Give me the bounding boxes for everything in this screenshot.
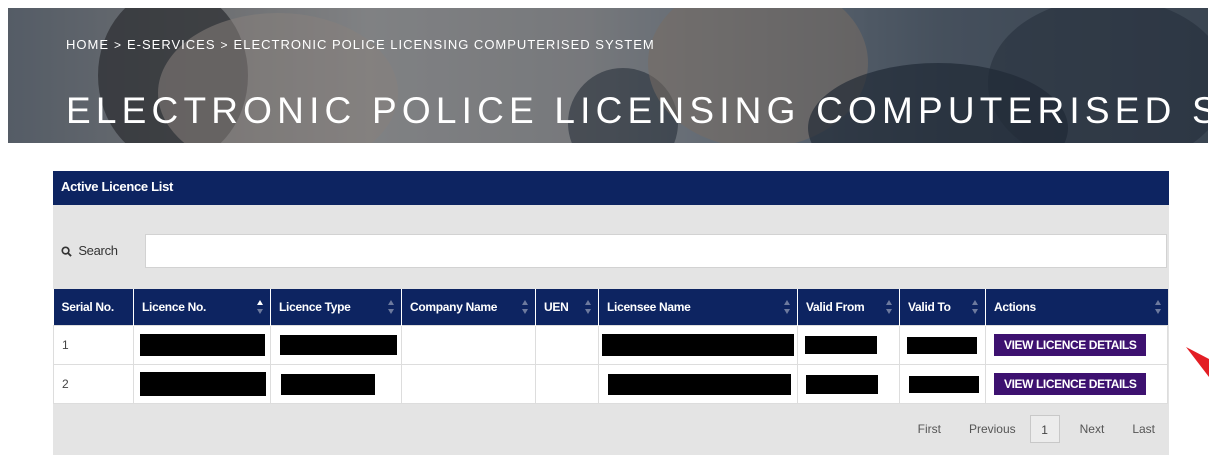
cell-licensee-name <box>598 364 798 404</box>
column-header-company-name[interactable]: Company Name <box>401 289 536 326</box>
column-header-label: Licence Type <box>279 300 351 314</box>
cell-serial-no: 2 <box>53 364 134 404</box>
view-licence-details-button[interactable]: VIEW LICENCE DETAILS <box>994 334 1147 356</box>
column-header-valid-from[interactable]: Valid From <box>797 289 900 326</box>
licence-table: Serial No. Licence No. Licence Type Comp… <box>53 289 1168 404</box>
search-input[interactable] <box>145 234 1167 268</box>
column-header-serial-no[interactable]: Serial No. <box>53 289 134 326</box>
cell-company-name <box>401 364 536 404</box>
breadcrumb-separator: > <box>220 38 229 52</box>
redaction-block <box>602 334 794 356</box>
redaction-block <box>140 372 266 396</box>
redaction-block <box>907 336 977 354</box>
column-header-label: Serial No. <box>61 300 115 314</box>
panel-title: Active Licence List <box>53 171 1169 205</box>
licence-list-panel: Search Serial No. Licence No. Licence Ty… <box>53 205 1169 455</box>
column-header-licence-no[interactable]: Licence No. <box>133 289 271 326</box>
table-row: 2 VIEW LICENCE DETAILS <box>53 364 1168 404</box>
redaction-block <box>909 375 979 393</box>
column-header-label: Valid To <box>908 300 951 314</box>
cell-company-name <box>401 325 536 365</box>
breadcrumb-current: ELECTRONIC POLICE LICENSING COMPUTERISED… <box>233 37 655 52</box>
pagination: First Previous 1 Next Last <box>918 415 1169 443</box>
cell-licence-type <box>270 364 402 404</box>
pagination-first[interactable]: First <box>918 422 941 436</box>
cell-licence-no <box>133 364 271 404</box>
search-icon <box>61 243 78 258</box>
red-arrow-icon <box>1186 347 1209 377</box>
cell-licence-type <box>270 325 402 365</box>
redaction-block <box>805 336 877 354</box>
column-header-uen[interactable]: UEN <box>535 289 599 326</box>
page-title: ELECTRONIC POLICE LICENSING COMPUTERISED… <box>66 89 1208 131</box>
cell-actions: VIEW LICENCE DETAILS <box>985 325 1168 365</box>
sort-icon[interactable] <box>784 300 791 314</box>
sort-icon[interactable] <box>388 300 395 314</box>
redaction-block <box>281 373 375 395</box>
cell-valid-to <box>899 325 986 365</box>
pagination-last[interactable]: Last <box>1132 422 1155 436</box>
breadcrumb-separator: > <box>114 38 123 52</box>
column-header-label: Company Name <box>410 300 498 314</box>
table-header-row: Serial No. Licence No. Licence Type Comp… <box>53 289 1168 326</box>
redaction-block <box>140 334 265 356</box>
cell-serial-no: 1 <box>53 325 134 365</box>
search-label-text: Search <box>78 243 118 258</box>
column-header-licensee-name[interactable]: Licensee Name <box>598 289 798 326</box>
sort-icon[interactable] <box>972 300 979 314</box>
hero-banner: HOME > E-SERVICES > ELECTRONIC POLICE LICENS… <box>8 8 1208 143</box>
cell-uen <box>535 364 599 404</box>
pagination-current-page[interactable]: 1 <box>1029 415 1060 443</box>
cell-uen <box>535 325 599 365</box>
cell-valid-from <box>797 325 900 365</box>
table-row: 1 VIEW LICENCE DETAILS <box>53 325 1168 365</box>
column-header-valid-to[interactable]: Valid To <box>899 289 986 326</box>
cell-licence-no <box>133 325 271 365</box>
breadcrumb-home[interactable]: HOME <box>66 37 109 52</box>
cell-licensee-name <box>598 325 798 365</box>
breadcrumb-eservices[interactable]: E-SERVICES <box>127 37 216 52</box>
breadcrumb: HOME > E-SERVICES > ELECTRONIC POLICE LICENS… <box>66 37 655 52</box>
cell-valid-from <box>797 364 900 404</box>
view-licence-details-button[interactable]: VIEW LICENCE DETAILS <box>994 373 1147 395</box>
column-header-licence-type[interactable]: Licence Type <box>270 289 402 326</box>
pagination-next[interactable]: Next <box>1080 422 1105 436</box>
sort-icon[interactable] <box>522 300 529 314</box>
column-header-label: Licence No. <box>142 300 207 314</box>
search-bar: Search <box>53 234 1167 268</box>
column-header-label: Valid From <box>806 300 865 314</box>
sort-icon[interactable] <box>257 300 264 314</box>
redaction-block <box>608 373 791 395</box>
column-header-actions[interactable]: Actions <box>985 289 1168 326</box>
redaction-block <box>806 374 878 394</box>
column-header-label: UEN <box>544 300 569 314</box>
column-header-label: Actions <box>994 300 1036 314</box>
pagination-previous[interactable]: Previous <box>969 422 1016 436</box>
sort-icon[interactable] <box>1154 300 1162 314</box>
sort-icon[interactable] <box>585 300 592 314</box>
cell-valid-to <box>899 364 986 404</box>
cell-actions: VIEW LICENCE DETAILS <box>985 364 1168 404</box>
search-label: Search <box>53 234 145 268</box>
sort-icon[interactable] <box>886 300 893 314</box>
column-header-label: Licensee Name <box>607 300 691 314</box>
redaction-block <box>280 335 397 355</box>
